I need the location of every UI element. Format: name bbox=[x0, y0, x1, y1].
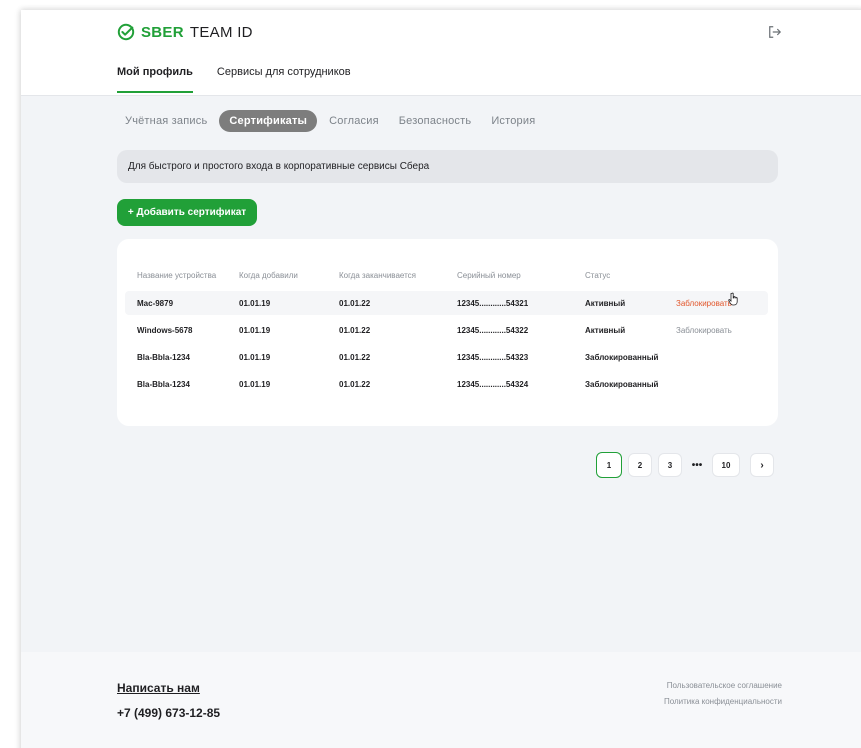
page-header: SBER TEAM ID Мой профиль Сервисы для сот… bbox=[21, 10, 861, 96]
cell-device: Windows-5678 bbox=[137, 325, 193, 335]
user-agreement-link[interactable]: Пользовательское соглашение bbox=[664, 678, 782, 694]
table-header: Название устройства Когда добавили Когда… bbox=[125, 263, 768, 287]
table-row: Bla-Bbla-1234 01.01.19 01.01.22 12345...… bbox=[125, 372, 768, 396]
privacy-policy-link[interactable]: Политика конфиденциальности bbox=[664, 694, 782, 710]
cell-expires: 01.01.22 bbox=[339, 298, 371, 308]
logo-text-team-id: TEAM ID bbox=[189, 23, 253, 41]
cell-status: Активный bbox=[585, 325, 626, 335]
column-header-expires: Когда заканчивается bbox=[339, 270, 417, 280]
cell-device: Mac-9879 bbox=[137, 298, 174, 308]
cell-expires: 01.01.22 bbox=[339, 379, 371, 389]
tab-account[interactable]: Учётная запись bbox=[117, 110, 215, 132]
logo-text-sber: SBER bbox=[141, 23, 184, 41]
nav-my-profile[interactable]: Мой профиль bbox=[117, 66, 193, 93]
cell-added: 01.01.19 bbox=[239, 379, 271, 389]
hand-cursor-icon bbox=[728, 292, 738, 306]
cell-added: 01.01.19 bbox=[239, 325, 271, 335]
nav-employee-services[interactable]: Сервисы для сотрудников bbox=[217, 66, 351, 92]
cell-serial: 12345............54324 bbox=[457, 379, 529, 389]
page-footer: Написать нам +7 (499) 673-12-85 Пользова… bbox=[21, 652, 861, 748]
sber-team-id-logo[interactable]: SBER TEAM ID bbox=[117, 23, 253, 41]
cell-status: Заблокированный bbox=[585, 352, 659, 362]
column-header-serial: Серийный номер bbox=[457, 270, 521, 280]
block-link[interactable]: Заблокировать bbox=[676, 299, 768, 308]
pagination: 1 2 3 ••• 10 › bbox=[596, 452, 774, 478]
page-button-10[interactable]: 10 bbox=[712, 453, 740, 477]
cell-serial: 12345............54322 bbox=[457, 325, 529, 335]
tab-certificates[interactable]: Сертификаты bbox=[219, 110, 318, 132]
column-header-added: Когда добавили bbox=[239, 270, 298, 280]
cell-serial: 12345............54323 bbox=[457, 352, 529, 362]
certificates-table: Название устройства Когда добавили Когда… bbox=[117, 239, 778, 426]
add-certificate-button[interactable]: + Добавить сертификат bbox=[117, 199, 257, 226]
page-button-1[interactable]: 1 bbox=[596, 452, 622, 478]
logout-icon[interactable] bbox=[768, 25, 782, 39]
write-us-link[interactable]: Написать нам bbox=[117, 681, 200, 695]
tab-consents[interactable]: Согласия bbox=[321, 110, 387, 132]
block-link[interactable]: Заблокировать bbox=[676, 326, 768, 335]
support-phone: +7 (499) 673-12-85 bbox=[117, 706, 221, 720]
cell-device: Bla-Bbla-1234 bbox=[137, 379, 190, 389]
tab-history[interactable]: История bbox=[483, 110, 543, 132]
cell-serial: 12345............54321 bbox=[457, 298, 529, 308]
table-row: Mac-9879 01.01.19 01.01.22 12345........… bbox=[125, 291, 768, 315]
cell-status: Заблокированный bbox=[585, 379, 659, 389]
cell-added: 01.01.19 bbox=[239, 298, 271, 308]
cell-status: Активный bbox=[585, 298, 626, 308]
cell-expires: 01.01.22 bbox=[339, 352, 371, 362]
page-button-3[interactable]: 3 bbox=[658, 453, 682, 477]
column-header-status: Статус bbox=[585, 270, 611, 280]
app-window: SBER TEAM ID Мой профиль Сервисы для сот… bbox=[21, 10, 861, 748]
page-button-2[interactable]: 2 bbox=[628, 453, 652, 477]
cell-added: 01.01.19 bbox=[239, 352, 271, 362]
main-nav: Мой профиль Сервисы для сотрудников bbox=[117, 66, 351, 93]
column-header-device: Название устройства bbox=[137, 270, 217, 280]
next-page-button[interactable]: › bbox=[750, 453, 774, 477]
cell-device: Bla-Bbla-1234 bbox=[137, 352, 190, 362]
table-row: Windows-5678 01.01.19 01.01.22 12345....… bbox=[125, 318, 768, 342]
sber-logo-icon bbox=[117, 23, 135, 41]
pagination-ellipsis: ••• bbox=[691, 459, 703, 471]
tab-security[interactable]: Безопасность bbox=[391, 110, 480, 132]
cell-expires: 01.01.22 bbox=[339, 325, 371, 335]
info-banner: Для быстрого и простого входа в корпорат… bbox=[117, 150, 778, 183]
table-row: Bla-Bbla-1234 01.01.19 01.01.22 12345...… bbox=[125, 345, 768, 369]
profile-tabs: Учётная запись Сертификаты Согласия Безо… bbox=[117, 110, 543, 132]
footer-links: Пользовательское соглашение Политика кон… bbox=[664, 678, 782, 710]
